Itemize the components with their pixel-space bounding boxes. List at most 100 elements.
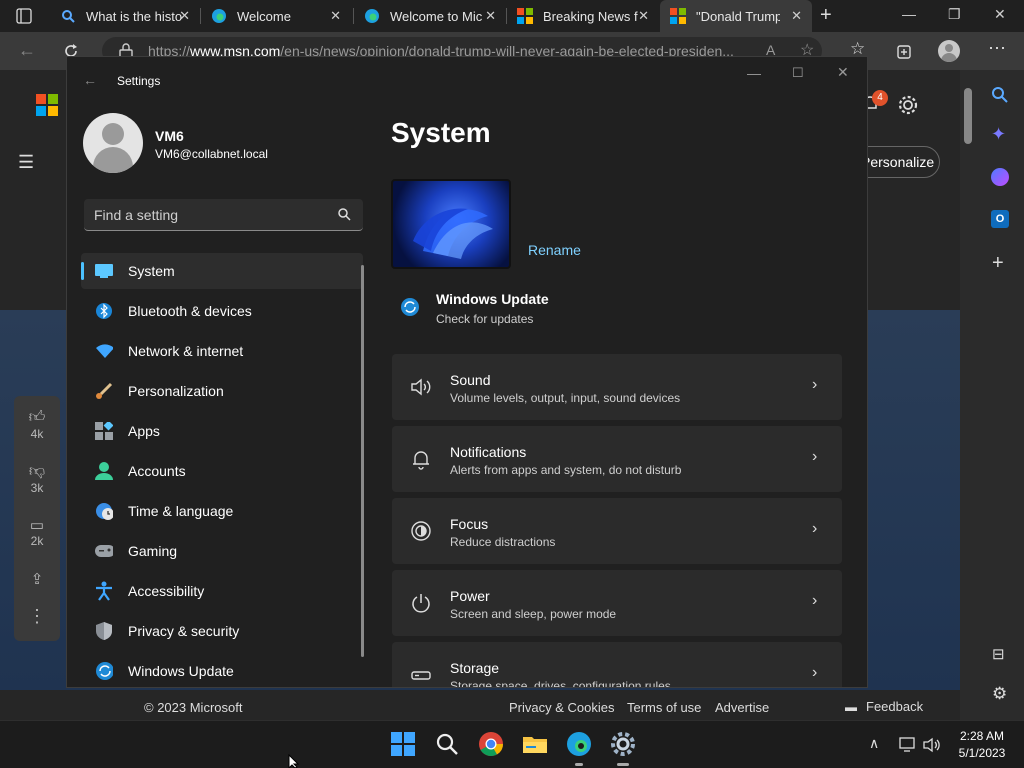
- clock-date[interactable]: 5/1/2023: [952, 746, 1012, 760]
- file-explorer-icon[interactable]: [522, 731, 548, 757]
- edge-sidebar: ✦ O + ⊟ ⚙: [976, 70, 1024, 720]
- browser-tab-active[interactable]: "Donald Trump ✕: [660, 0, 812, 32]
- settings-maximize-icon[interactable]: ☐: [792, 65, 804, 81]
- nav-item-privacy[interactable]: Privacy & security: [81, 613, 363, 649]
- system-icon: [95, 262, 113, 280]
- back-icon[interactable]: ←: [18, 40, 36, 61]
- settings-close-icon[interactable]: ✕: [837, 64, 849, 81]
- restore-icon[interactable]: ❐: [948, 6, 961, 23]
- more-options-icon[interactable]: ⋮: [14, 606, 60, 627]
- user-avatar[interactable]: [83, 113, 143, 173]
- comment-reaction[interactable]: ▭ 2k: [14, 516, 60, 548]
- browser-tab[interactable]: Welcome to Mic ✕: [354, 0, 506, 32]
- scroll-thumb[interactable]: [964, 88, 972, 144]
- settings-card-focus[interactable]: Focus Reduce distractions ›: [392, 498, 842, 564]
- thumbs-down-icon: 👎︎: [28, 463, 46, 480]
- bell-icon: [413, 451, 429, 470]
- device-wallpaper-thumbnail: [391, 179, 511, 269]
- user-name: VM6: [155, 128, 184, 144]
- nav-item-accounts[interactable]: Accounts: [81, 453, 363, 489]
- close-tab-icon[interactable]: ✕: [330, 8, 341, 24]
- discover-icon[interactable]: [991, 168, 1009, 186]
- network-icon[interactable]: [899, 737, 917, 753]
- close-window-icon[interactable]: ✕: [994, 6, 1006, 23]
- nav-item-personalization[interactable]: Personalization: [81, 373, 363, 409]
- close-tab-icon[interactable]: ✕: [485, 8, 496, 24]
- reaction-bar: 👍︎ 4k 👎︎ 3k ▭ 2k ⇪ ⋮: [14, 396, 60, 641]
- browser-tab[interactable]: Welcome ✕: [201, 0, 351, 32]
- new-tab-icon[interactable]: +: [820, 4, 832, 27]
- msn-logo-icon[interactable]: [36, 94, 58, 116]
- chevron-right-icon: ›: [812, 592, 818, 609]
- close-tab-icon[interactable]: ✕: [638, 8, 649, 24]
- start-windows-icon[interactable]: [390, 731, 416, 757]
- privacy-link[interactable]: Privacy & Cookies: [509, 700, 614, 715]
- msn-footer: © 2023 Microsoft Privacy & Cookies Terms…: [0, 694, 960, 720]
- search-icon[interactable]: [337, 207, 351, 221]
- chrome-icon[interactable]: [478, 731, 504, 757]
- nav-item-network[interactable]: Network & internet: [81, 333, 363, 369]
- add-sidebar-app-icon[interactable]: +: [992, 252, 1004, 275]
- edge-browser-icon[interactable]: [566, 731, 592, 757]
- browser-tab[interactable]: Breaking News f ✕: [507, 0, 659, 32]
- comment-icon: ▭: [29, 517, 45, 534]
- browser-tab[interactable]: What is the histo ✕: [50, 0, 200, 32]
- nav-item-gaming[interactable]: Gaming: [81, 533, 363, 569]
- nav-item-accessibility[interactable]: Accessibility: [81, 573, 363, 609]
- settings-app-icon[interactable]: [610, 731, 636, 757]
- bluetooth-icon: [95, 302, 113, 320]
- settings-card-storage[interactable]: Storage Storage space, drives, configura…: [392, 642, 842, 687]
- nav-item-system[interactable]: System: [81, 253, 363, 289]
- close-tab-icon[interactable]: ✕: [791, 8, 802, 24]
- feedback-button[interactable]: Feedback: [866, 699, 923, 714]
- sidebar-settings-icon[interactable]: ⚙: [992, 684, 1007, 704]
- taskbar-search-icon[interactable]: [434, 731, 460, 757]
- close-tab-icon[interactable]: ✕: [179, 8, 190, 24]
- terms-link[interactable]: Terms of use: [627, 700, 701, 715]
- controller-icon: [95, 542, 113, 560]
- running-indicator: [575, 763, 583, 766]
- like-reaction[interactable]: 👍︎ 4k: [14, 408, 60, 441]
- nav-item-bluetooth[interactable]: Bluetooth & devices: [81, 293, 363, 329]
- settings-back-icon[interactable]: ←: [83, 72, 97, 88]
- nav-item-windows-update[interactable]: Windows Update: [81, 653, 363, 687]
- volume-icon[interactable]: [923, 737, 941, 753]
- settings-minimize-icon[interactable]: —: [747, 65, 761, 81]
- wifi-icon: [95, 342, 113, 360]
- nav-label: System: [128, 263, 175, 279]
- nav-scrollbar[interactable]: [361, 265, 364, 657]
- share-icon[interactable]: ⇪: [14, 570, 60, 588]
- rename-link[interactable]: Rename: [528, 242, 581, 258]
- profile-avatar-icon[interactable]: [938, 40, 960, 62]
- more-menu-icon[interactable]: ⋯: [988, 38, 1006, 59]
- copilot-sparkle-icon[interactable]: ✦: [991, 124, 1006, 145]
- tab-title: "Donald Trump: [696, 8, 780, 24]
- accounts-icon: [95, 462, 113, 480]
- dislike-reaction[interactable]: 👎︎ 3k: [14, 462, 60, 495]
- outlook-icon[interactable]: O: [991, 210, 1009, 228]
- find-setting-input[interactable]: Find a setting: [84, 199, 363, 231]
- hide-sidebar-icon[interactable]: ⊟: [992, 645, 1005, 663]
- card-subtitle: Reduce distractions: [450, 535, 556, 549]
- windows-update-status[interactable]: Windows Update Check for updates: [392, 289, 692, 329]
- nav-label: Apps: [128, 423, 160, 439]
- tab-actions-icon[interactable]: [16, 8, 32, 24]
- collections-icon[interactable]: [895, 43, 913, 61]
- brush-icon: [95, 382, 113, 400]
- show-hidden-icons-chevron-icon[interactable]: ∧: [869, 735, 879, 752]
- clock-time[interactable]: 2:28 AM: [952, 729, 1012, 743]
- hamburger-menu-icon[interactable]: ☰: [18, 152, 34, 173]
- edge-icon: [365, 9, 379, 23]
- msn-settings-gear-icon[interactable]: [897, 94, 919, 116]
- settings-card-power[interactable]: Power Screen and sleep, power mode ›: [392, 570, 842, 636]
- settings-titlebar: ← Settings — ☐ ✕: [67, 57, 867, 105]
- settings-card-notifications[interactable]: Notifications Alerts from apps and syste…: [392, 426, 842, 492]
- settings-card-sound[interactable]: Sound Volume levels, output, input, soun…: [392, 354, 842, 420]
- sidebar-search-icon[interactable]: [991, 86, 1009, 104]
- advertise-link[interactable]: Advertise: [715, 700, 769, 715]
- page-scrollbar[interactable]: [960, 70, 976, 720]
- update-title: Windows Update: [436, 291, 549, 307]
- nav-item-time-language[interactable]: Time & language: [81, 493, 363, 529]
- nav-item-apps[interactable]: Apps: [81, 413, 363, 449]
- minimize-icon[interactable]: —: [902, 6, 916, 22]
